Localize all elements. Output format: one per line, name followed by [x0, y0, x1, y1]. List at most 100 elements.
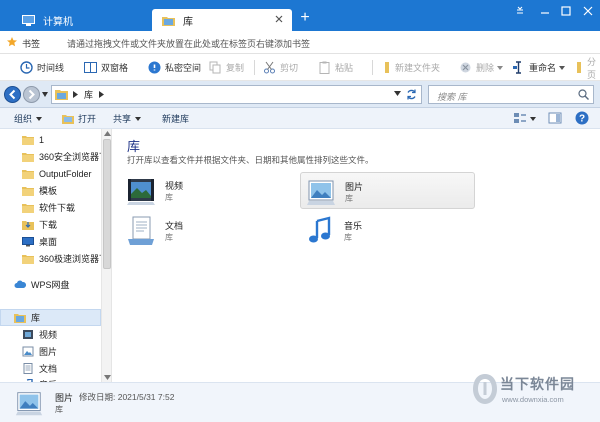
- search-icon[interactable]: [578, 89, 589, 100]
- nav-item[interactable]: 360安全浏览器下: [22, 148, 111, 165]
- scrollbar-thumb[interactable]: [103, 139, 111, 269]
- tab-library[interactable]: 库: [152, 9, 292, 31]
- dual-pane-icon: [84, 62, 97, 73]
- library-folder-icon: [162, 16, 175, 26]
- library-type: 库: [344, 233, 352, 242]
- nav-item[interactable]: 图片: [22, 343, 111, 360]
- nav-item[interactable]: 软件下载: [22, 199, 111, 216]
- dual-pane-button[interactable]: 双窗格: [84, 60, 128, 75]
- open-button[interactable]: 打开: [62, 112, 96, 125]
- folder-bar-icon: [577, 62, 581, 73]
- toolbar-divider: [254, 60, 255, 75]
- settings-menu-icon[interactable]: [511, 4, 529, 18]
- nav-item-label: 软件下载: [39, 203, 76, 213]
- new-folder-button[interactable]: 新建文件夹: [383, 60, 440, 75]
- chevron-down-icon[interactable]: [394, 91, 401, 96]
- cut-button[interactable]: 剪切: [263, 60, 298, 75]
- watermark: 当下软件园 www.downxia.com: [470, 368, 600, 422]
- command-bar: 组织 打开 共享 新建库 ?: [0, 108, 600, 129]
- chevron-right-icon[interactable]: [99, 91, 105, 98]
- new-tab-button[interactable]: +: [298, 9, 312, 27]
- rename-button[interactable]: 重命名: [512, 60, 566, 75]
- nav-item-label: 360极速浏览器下: [39, 254, 109, 264]
- close-tab-icon[interactable]: [274, 14, 284, 24]
- nav-item[interactable]: 模板: [22, 182, 111, 199]
- library-name: 文档: [165, 221, 184, 231]
- chevron-right-icon[interactable]: [73, 91, 78, 98]
- chevron-down-icon: [36, 116, 43, 121]
- preview-pane-icon[interactable]: [548, 111, 562, 125]
- library-item-documents[interactable]: 文档 库: [121, 212, 296, 249]
- organize-label: 组织: [14, 114, 33, 124]
- library-content: 库 打开库以查看文件并根据文件夹、日期和其他属性排列这些文件。 视频 库 图片 …: [113, 129, 600, 382]
- library-item-music[interactable]: 音乐 库: [300, 212, 475, 249]
- nav-item[interactable]: 1: [22, 131, 111, 148]
- nav-item[interactable]: 360极速浏览器下: [22, 250, 111, 267]
- nav-item-label: 文档: [39, 364, 58, 374]
- copy-label: 复制: [226, 63, 245, 73]
- close-window-icon[interactable]: [579, 4, 597, 18]
- maximize-icon[interactable]: [557, 4, 575, 18]
- picture-library-icon: [307, 180, 335, 205]
- back-arrow-icon[interactable]: [4, 86, 21, 103]
- nav-scrollbar[interactable]: [101, 129, 111, 382]
- desktop-icon: [22, 237, 34, 247]
- more-button[interactable]: 分页: [575, 57, 600, 80]
- new-library-button[interactable]: 新建库: [162, 112, 189, 125]
- cloud-icon: [14, 280, 26, 288]
- scissors-icon: [264, 61, 275, 74]
- rename-label: 重命名: [529, 63, 557, 73]
- nav-item-wps-cloud[interactable]: WPS网盘: [14, 276, 111, 293]
- chevron-down-icon[interactable]: [530, 117, 536, 121]
- paste-label: 粘贴: [335, 63, 354, 73]
- svg-text:?: ?: [579, 114, 585, 125]
- nav-item[interactable]: 桌面: [22, 233, 111, 250]
- organize-button[interactable]: 组织: [14, 112, 43, 125]
- copy-button[interactable]: 复制: [209, 60, 244, 75]
- document-library-icon: [128, 216, 154, 245]
- folder-icon: [22, 204, 34, 213]
- nav-item-label: 视频: [39, 330, 58, 340]
- nav-item-label: 模板: [39, 186, 58, 196]
- library-item-pictures[interactable]: 图片 库: [300, 172, 475, 209]
- delete-button[interactable]: 删除: [459, 60, 504, 75]
- minimize-icon[interactable]: [536, 4, 554, 18]
- forward-arrow-icon[interactable]: [23, 86, 40, 103]
- scroll-down-icon[interactable]: [104, 375, 111, 380]
- paste-button[interactable]: 粘贴: [318, 60, 353, 75]
- shield-icon: [148, 61, 161, 74]
- recent-pages-icon[interactable]: [42, 92, 48, 97]
- tab-computer[interactable]: 计算机: [12, 9, 148, 31]
- address-bar[interactable]: 库: [51, 85, 422, 104]
- refresh-icon[interactable]: [405, 88, 418, 101]
- nav-item[interactable]: 视频: [22, 326, 111, 343]
- address-row: 库 搜索 库: [0, 81, 600, 108]
- library-type: 库: [165, 233, 173, 242]
- search-field[interactable]: 搜索 库: [428, 85, 594, 104]
- folder-bar-icon: [385, 62, 389, 73]
- nav-item[interactable]: 文档: [22, 360, 111, 377]
- scroll-up-icon[interactable]: [104, 131, 111, 136]
- browser-toolbar: 时间线 双窗格 私密空间 复制 剪切 粘贴 新建文件夹 删除 重命名 分页: [0, 54, 600, 81]
- help-icon[interactable]: ?: [575, 111, 589, 125]
- bookmarks-label[interactable]: 书签: [22, 37, 40, 50]
- watermark-url: www.downxia.com: [502, 395, 564, 404]
- nav-item[interactable]: 下载: [22, 216, 111, 233]
- library-item-video[interactable]: 视频 库: [121, 172, 296, 209]
- nav-item-library[interactable]: 库: [0, 309, 101, 326]
- video-library-icon: [23, 330, 33, 339]
- view-options-icon[interactable]: [513, 111, 527, 125]
- chevron-down-icon: [135, 116, 142, 121]
- nav-item-label: WPS网盘: [31, 280, 70, 290]
- details-modified: 修改日期: 2021/5/31 7:52: [79, 392, 175, 402]
- more-label: 分页: [587, 56, 597, 80]
- nav-item[interactable]: OutputFolder: [22, 165, 111, 182]
- video-library-icon: [127, 179, 155, 205]
- private-space-button[interactable]: 私密空间: [148, 60, 201, 75]
- timeline-button[interactable]: 时间线: [20, 60, 64, 75]
- folder-icon: [22, 153, 34, 162]
- page-description: 打开库以查看文件并根据文件夹、日期和其他属性排列这些文件。: [127, 155, 374, 165]
- nav-item-label: 360安全浏览器下: [39, 152, 109, 162]
- share-button[interactable]: 共享: [113, 112, 142, 125]
- bookmarks-bar: 书签 请通过拖拽文件或文件夹放置在此处或在标签页右键添加书签: [0, 31, 600, 54]
